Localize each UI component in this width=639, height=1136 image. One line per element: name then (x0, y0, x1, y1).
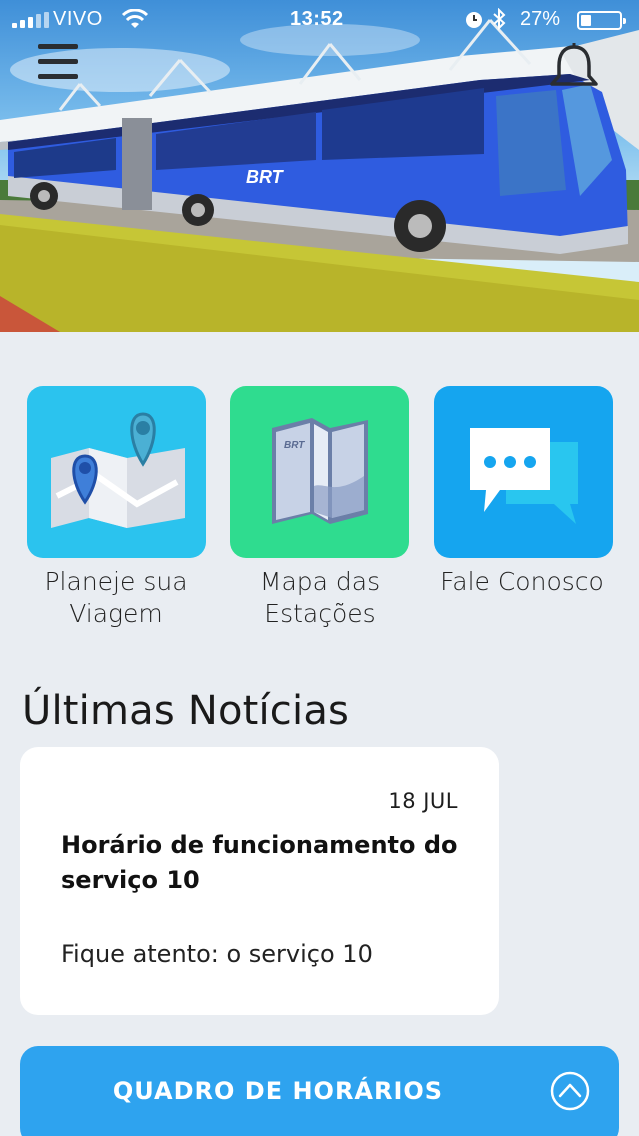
notification-button[interactable] (548, 40, 600, 92)
news-date: 18 JUL (388, 789, 458, 813)
chevron-up-circle-icon (550, 1071, 590, 1111)
svg-text:BRT: BRT (284, 440, 305, 451)
news-card[interactable]: 18 JUL Horário de funcionamento do servi… (20, 747, 499, 1015)
clock-time: 13:52 (290, 8, 344, 30)
battery-icon (577, 11, 626, 30)
carrier-label: VIVO (53, 8, 103, 30)
plan-trip-tile[interactable] (27, 386, 206, 558)
tile-label-plan-trip: Planeje sua Viagem (44, 567, 188, 628)
bell-icon (550, 43, 598, 86)
news-title: Horário de funcionamento do serviço 10 (61, 831, 458, 894)
battery-percent: 27% (520, 8, 561, 30)
news-excerpt: Fique atento: o serviço 10 (61, 940, 373, 968)
signal-icon (12, 12, 49, 28)
menu-button[interactable] (38, 42, 80, 80)
news-section-title: Últimas Notícias (22, 688, 350, 734)
folded-map-icon: BRT (272, 418, 368, 524)
map-pins-icon (51, 412, 185, 528)
stations-map-tile[interactable]: BRT (230, 386, 409, 558)
tile-label-stations-map: Mapa das Estações (259, 567, 381, 628)
schedule-board-button[interactable]: QUADRO DE HORÁRIOS (20, 1046, 619, 1136)
tile-label-contact-us: Fale Conosco (440, 567, 604, 596)
chat-bubbles-icon (470, 428, 578, 524)
contact-us-tile[interactable] (434, 386, 613, 558)
hero-image: BRT VIVO 13:52 27% (0, 0, 639, 332)
brt-bus-photo: BRT (0, 18, 639, 332)
status-bar: VIVO 13:52 27% (0, 0, 639, 40)
schedule-board-label: QUADRO DE HORÁRIOS (112, 1077, 444, 1105)
svg-text:BRT: BRT (246, 167, 285, 187)
